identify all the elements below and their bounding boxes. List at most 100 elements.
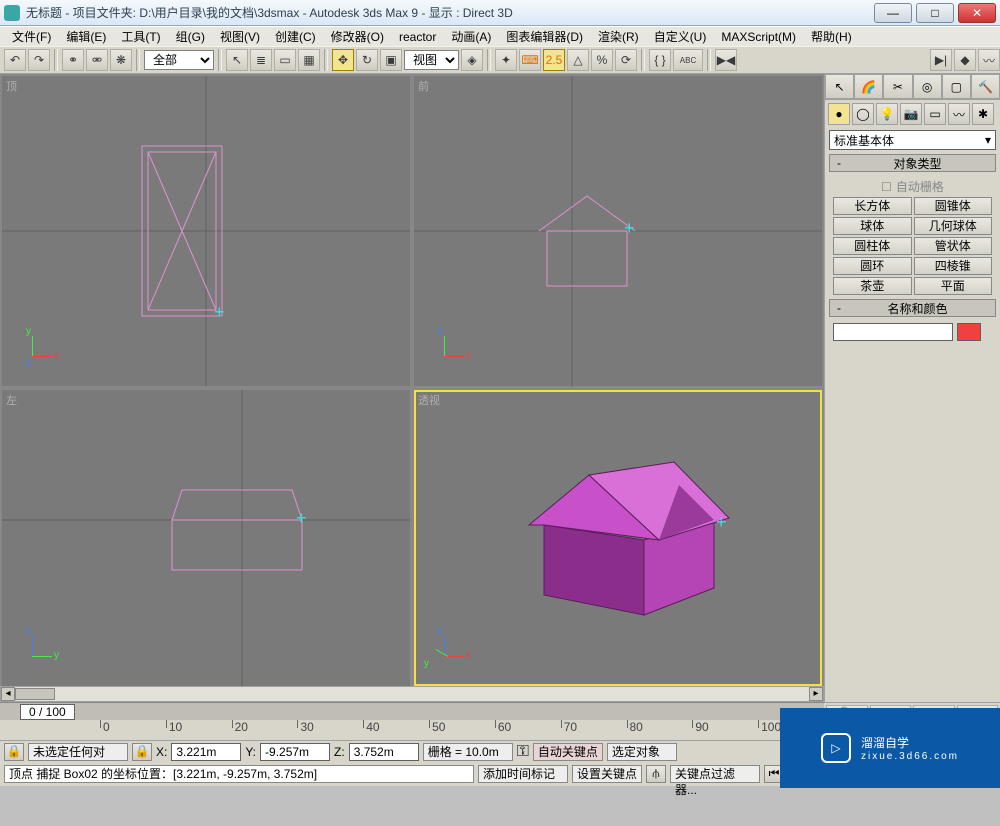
mirror-button[interactable]: ▶◀ bbox=[715, 49, 737, 71]
align-button[interactable]: ▶| bbox=[930, 49, 952, 71]
sphere-button[interactable]: 球体 bbox=[833, 217, 912, 235]
box-button[interactable]: 长方体 bbox=[833, 197, 912, 215]
tab-display[interactable]: ▢ bbox=[942, 74, 971, 99]
select-by-name-button[interactable]: ≣ bbox=[250, 49, 272, 71]
cursor-cross-icon: + bbox=[716, 512, 727, 533]
abc-button[interactable]: ABC bbox=[673, 49, 703, 71]
lock-selection-icon[interactable]: 🔒 bbox=[4, 743, 24, 761]
teapot-button[interactable]: 茶壶 bbox=[833, 277, 912, 295]
viewport-top[interactable]: 顶 + xy z bbox=[2, 76, 410, 386]
curve-editor-button[interactable]: 〰 bbox=[978, 49, 1000, 71]
redo-button[interactable]: ↷ bbox=[28, 49, 50, 71]
tab-create[interactable]: ↖ bbox=[825, 74, 854, 99]
torus-button[interactable]: 圆环 bbox=[833, 257, 912, 275]
scale-button[interactable]: ▣ bbox=[380, 49, 402, 71]
tab-hierarchy[interactable]: ✂ bbox=[883, 74, 912, 99]
tube-button[interactable]: 管状体 bbox=[914, 237, 993, 255]
tab-modify[interactable]: 🌈 bbox=[854, 74, 883, 99]
selection-lock-button[interactable]: 🔒 bbox=[132, 743, 152, 761]
time-slider-scrollbar[interactable]: ◂ ▸ bbox=[0, 686, 824, 702]
space-warps-button[interactable]: 〰 bbox=[948, 103, 970, 125]
category-select[interactable]: 标准基本体▾ bbox=[829, 130, 996, 150]
select-manipulate-button[interactable]: ✦ bbox=[495, 49, 517, 71]
pivot-center-button[interactable]: ◈ bbox=[461, 49, 483, 71]
viewport-left[interactable]: 左 + y z bbox=[2, 390, 410, 686]
menu-group[interactable]: 组(G) bbox=[170, 26, 211, 47]
key-mode-button[interactable]: ⫛ bbox=[646, 765, 666, 783]
unlink-button[interactable]: ⚮ bbox=[86, 49, 108, 71]
layers-button[interactable]: ◆ bbox=[954, 49, 976, 71]
y-label: Y: bbox=[245, 745, 256, 759]
geosphere-button[interactable]: 几何球体 bbox=[914, 217, 993, 235]
plane-button[interactable]: 平面 bbox=[914, 277, 993, 295]
geometry-button[interactable]: ● bbox=[828, 103, 850, 125]
time-ruler[interactable]: 0102030405060708090100 bbox=[0, 720, 824, 740]
menu-tools[interactable]: 工具(T) bbox=[115, 26, 166, 47]
scroll-left-button[interactable]: ◂ bbox=[1, 687, 15, 701]
select-region-button[interactable]: ▭ bbox=[274, 49, 296, 71]
menu-maxscript[interactable]: MAXScript(M) bbox=[715, 28, 802, 46]
link-button[interactable]: ⚭ bbox=[62, 49, 84, 71]
menu-animation[interactable]: 动画(A) bbox=[445, 26, 497, 47]
watermark: ▷ 溜溜自学 zixue.3d66.com bbox=[780, 708, 1000, 788]
tab-utilities[interactable]: 🔨 bbox=[971, 74, 1000, 99]
selected-object-label[interactable]: 选定对象 bbox=[607, 743, 677, 761]
lights-button[interactable]: 💡 bbox=[876, 103, 898, 125]
autogrid-checkbox[interactable]: ☐自动栅格 bbox=[829, 176, 996, 197]
menu-customize[interactable]: 自定义(U) bbox=[648, 26, 713, 47]
bind-space-warp-button[interactable]: ❋ bbox=[110, 49, 132, 71]
keyboard-shortcut-button[interactable]: ⌨ bbox=[519, 49, 541, 71]
cone-button[interactable]: 圆锥体 bbox=[914, 197, 993, 215]
percent-snap-button[interactable]: % bbox=[591, 49, 613, 71]
object-color-swatch[interactable] bbox=[957, 323, 981, 341]
time-slider[interactable]: 0 / 100 bbox=[0, 702, 824, 720]
menu-graph[interactable]: 图表编辑器(D) bbox=[500, 26, 589, 47]
menu-edit[interactable]: 编辑(E) bbox=[60, 26, 112, 47]
frame-indicator[interactable]: 0 / 100 bbox=[20, 704, 75, 720]
menubar: 文件(F) 编辑(E) 工具(T) 组(G) 视图(V) 创建(C) 修改器(O… bbox=[0, 26, 1000, 46]
y-coord-input[interactable] bbox=[260, 743, 330, 761]
viewport-perspective[interactable]: 透视 + x z y bbox=[414, 390, 822, 686]
cylinder-button[interactable]: 圆柱体 bbox=[833, 237, 912, 255]
snap-toggle-button[interactable]: 2.5 bbox=[543, 49, 565, 71]
scroll-thumb[interactable] bbox=[15, 688, 55, 700]
set-key-button[interactable]: 设置关键点 bbox=[572, 765, 642, 783]
reference-coord-select[interactable]: 视图 bbox=[404, 50, 459, 70]
select-object-button[interactable]: ↖ bbox=[226, 49, 248, 71]
window-crossing-button[interactable]: ▦ bbox=[298, 49, 320, 71]
minimize-button[interactable]: — bbox=[874, 3, 912, 23]
menu-reactor[interactable]: reactor bbox=[393, 28, 442, 46]
maximize-button[interactable]: □ bbox=[916, 3, 954, 23]
cameras-button[interactable]: 📷 bbox=[900, 103, 922, 125]
z-label: Z: bbox=[334, 745, 345, 759]
menu-help[interactable]: 帮助(H) bbox=[805, 26, 858, 47]
menu-file[interactable]: 文件(F) bbox=[6, 26, 57, 47]
auto-key-button[interactable]: 自动关键点 bbox=[533, 743, 603, 761]
close-button[interactable]: ✕ bbox=[958, 3, 996, 23]
key-filters-button[interactable]: 关键点过滤器... bbox=[670, 765, 760, 783]
undo-button[interactable]: ↶ bbox=[4, 49, 26, 71]
angle-snap-button[interactable]: △ bbox=[567, 49, 589, 71]
tab-motion[interactable]: ◎ bbox=[913, 74, 942, 99]
selection-filter-select[interactable]: 全部 bbox=[144, 50, 214, 70]
rollout-object-type[interactable]: -对象类型 bbox=[829, 154, 996, 172]
menu-views[interactable]: 视图(V) bbox=[214, 26, 266, 47]
object-name-input[interactable] bbox=[833, 323, 953, 341]
add-time-tag-button[interactable]: 添加时间标记 bbox=[478, 765, 568, 783]
systems-button[interactable]: ✱ bbox=[972, 103, 994, 125]
x-coord-input[interactable] bbox=[171, 743, 241, 761]
rollout-name-color[interactable]: -名称和颜色 bbox=[829, 299, 996, 317]
pyramid-button[interactable]: 四棱锥 bbox=[914, 257, 993, 275]
menu-render[interactable]: 渲染(R) bbox=[592, 26, 645, 47]
menu-create[interactable]: 创建(C) bbox=[269, 26, 322, 47]
spinner-snap-button[interactable]: ⟳ bbox=[615, 49, 637, 71]
move-button[interactable]: ✥ bbox=[332, 49, 354, 71]
shapes-button[interactable]: ◯ bbox=[852, 103, 874, 125]
helpers-button[interactable]: ▭ bbox=[924, 103, 946, 125]
z-coord-input[interactable] bbox=[349, 743, 419, 761]
scroll-right-button[interactable]: ▸ bbox=[809, 687, 823, 701]
viewport-front[interactable]: 前 + x z bbox=[414, 76, 822, 386]
menu-modifiers[interactable]: 修改器(O) bbox=[325, 26, 390, 47]
named-selection-button[interactable]: { } bbox=[649, 49, 671, 71]
rotate-button[interactable]: ↻ bbox=[356, 49, 378, 71]
